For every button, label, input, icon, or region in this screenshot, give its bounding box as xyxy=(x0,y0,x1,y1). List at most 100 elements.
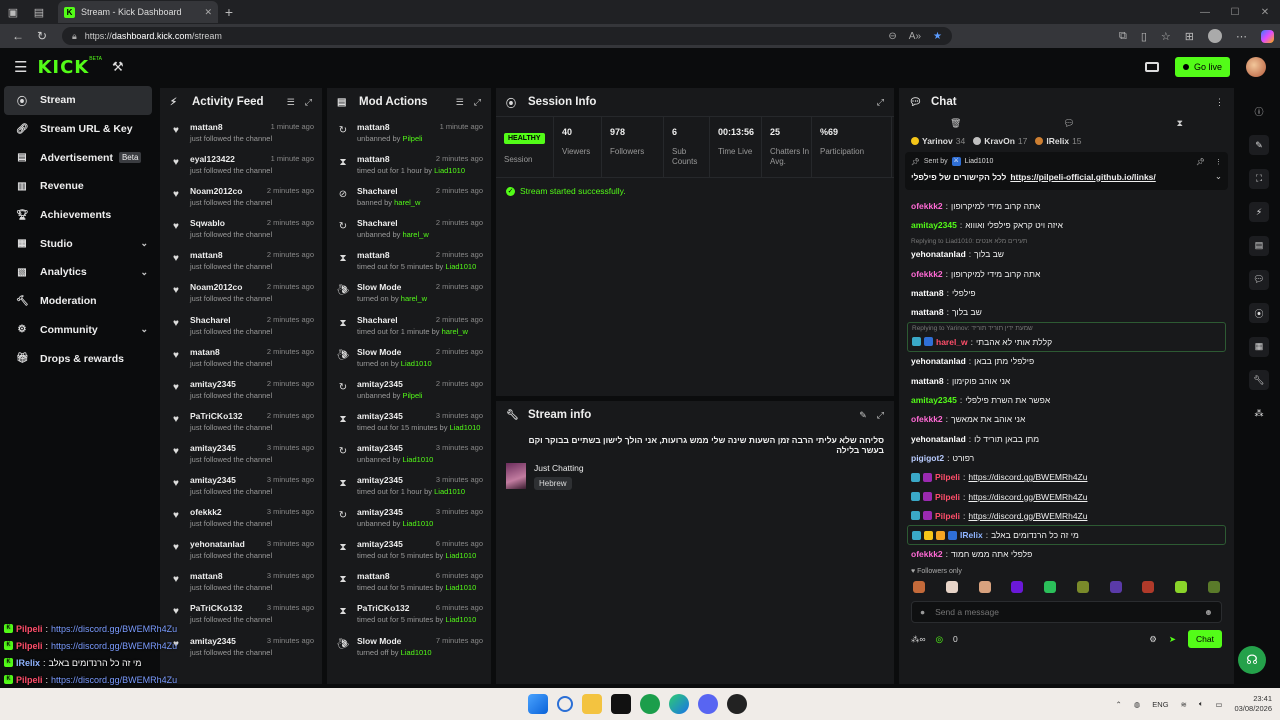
activity-username[interactable]: amitay2345 xyxy=(190,443,236,453)
mod-action-target[interactable]: Slow Mode xyxy=(357,282,401,292)
chat-input-box[interactable]: ● ☻ xyxy=(911,601,1222,624)
chat-username[interactable]: Pilpeli xyxy=(935,492,960,502)
mod-action-moderator[interactable]: Liad1010 xyxy=(434,166,465,175)
chat-username[interactable]: mattan8 xyxy=(911,376,944,386)
hammer-icon[interactable]: ⚒ xyxy=(112,59,124,75)
maximize-icon[interactable]: ☐ xyxy=(1220,7,1250,18)
chat-username[interactable]: yehonatanlad xyxy=(911,249,966,259)
sidebar-item-stream[interactable]: ⦿ Stream xyxy=(4,86,152,115)
emote-icon[interactable] xyxy=(1207,581,1220,594)
workspaces-icon[interactable]: ▣ xyxy=(0,0,26,24)
search-icon[interactable] xyxy=(557,696,573,712)
chat-send-button[interactable]: Chat xyxy=(1188,630,1222,649)
chat-bubble-icon[interactable]: 💬︎ xyxy=(1249,269,1269,290)
chat-username[interactable]: ofekkk2 xyxy=(911,201,943,211)
mod-action-target[interactable]: amitay2345 xyxy=(357,411,403,421)
url-field[interactable]: 🔒︎ https://dashboard.kick.com/stream ⊖ A… xyxy=(62,27,952,45)
mod-action-target[interactable]: amitay2345 xyxy=(357,475,403,485)
popout-icon[interactable]: ⤢ xyxy=(877,410,884,421)
network-icon[interactable]: ◍ xyxy=(1134,700,1141,709)
sidebar-item-community[interactable]: ⚙ Community ⌄ xyxy=(4,316,152,345)
emote-icon[interactable] xyxy=(945,581,958,594)
emote-icon[interactable] xyxy=(1076,581,1089,594)
chat-link[interactable]: https://discord.gg/BWEMRh4Zu xyxy=(968,492,1087,502)
chat-username[interactable]: ofekkk2 xyxy=(911,414,943,424)
mod-action-moderator[interactable]: Liad1010 xyxy=(402,455,433,464)
mod-action-moderator[interactable]: Liad1010 xyxy=(402,519,433,528)
chat-username[interactable]: IRelix xyxy=(960,530,983,540)
help-fab-button[interactable]: ☊ xyxy=(1238,646,1266,674)
sidebar-item-achievements[interactable]: 🏆︎ Achievements xyxy=(4,201,152,230)
mod-action-moderator[interactable]: harel_w xyxy=(401,294,427,303)
mod-action-target[interactable]: amitay2345 xyxy=(357,443,403,453)
kick-logo[interactable]: KICK xyxy=(37,57,89,78)
broadcast-icon[interactable]: ⦿ xyxy=(1249,303,1269,324)
chevron-down-icon[interactable]: ⌄ xyxy=(140,267,148,278)
top-gifter[interactable]: Yarinov 34 xyxy=(911,136,965,146)
send-arrow-icon[interactable]: ➤ xyxy=(1169,634,1176,645)
mod-action-target[interactable]: Slow Mode xyxy=(357,636,401,646)
chat-username[interactable]: yehonatanlad xyxy=(911,434,966,444)
sidebar-item-stream-url-key[interactable]: 🔗︎ Stream URL & Key xyxy=(4,115,152,144)
chat-username[interactable]: ofekkk2 xyxy=(911,269,943,279)
split-screen-icon[interactable]: ▯ xyxy=(1141,30,1147,43)
filter-icon[interactable]: ☰ xyxy=(287,97,295,108)
emote-icon[interactable] xyxy=(978,581,991,594)
activity-username[interactable]: PaTriCKo132 xyxy=(190,603,242,613)
info-icon[interactable]: ⓘ xyxy=(1249,102,1269,122)
chat-username[interactable]: Pilpeli xyxy=(935,472,960,482)
popout-icon[interactable]: ⤢ xyxy=(305,97,312,108)
xbox-icon[interactable] xyxy=(640,694,660,714)
mod-action-moderator[interactable]: Liad1010 xyxy=(434,487,465,496)
filter-icon[interactable]: ☰ xyxy=(456,97,464,108)
sidebar-item-analytics[interactable]: ▧ Analytics ⌄ xyxy=(4,258,152,287)
chat-username[interactable]: mattan8 xyxy=(911,288,944,298)
go-live-button[interactable]: Go live xyxy=(1174,57,1230,77)
emote-icon[interactable] xyxy=(1011,581,1024,594)
file-explorer-icon[interactable] xyxy=(582,694,602,714)
mod-action-moderator[interactable]: harel_w xyxy=(442,327,468,336)
mod-action-target[interactable]: Shacharel xyxy=(357,218,398,228)
mod-action-moderator[interactable]: Liad1010 xyxy=(401,648,432,657)
mod-action-moderator[interactable]: Liad1010 xyxy=(445,262,476,271)
mod-action-target[interactable]: mattan8 xyxy=(357,250,390,260)
pencil-icon[interactable]: ✎ xyxy=(1249,135,1269,156)
profile-avatar[interactable] xyxy=(1208,29,1222,43)
expand-chevron-icon[interactable]: ⌄ xyxy=(1215,171,1222,182)
chat-link[interactable]: https://discord.gg/BWEMRh4Zu xyxy=(968,472,1087,482)
sidebar-item-drops-rewards[interactable]: 🎁︎ Drops & rewards xyxy=(4,344,152,373)
activity-username[interactable]: mattan8 xyxy=(190,122,223,132)
copilot-icon[interactable] xyxy=(1261,29,1274,43)
bolt-icon[interactable]: ⚡︎ xyxy=(1249,202,1269,223)
user-avatar[interactable] xyxy=(1246,57,1266,77)
category-thumbnail[interactable] xyxy=(506,463,526,489)
studio-icon[interactable] xyxy=(1144,62,1159,72)
clock[interactable]: 23:41 03/08/2026 xyxy=(1234,694,1272,715)
unpin-icon[interactable]: 📌︎ xyxy=(1196,158,1205,166)
activity-username[interactable]: Shacharel xyxy=(190,315,231,325)
refresh-icon[interactable]: ↻ xyxy=(30,29,54,43)
chevron-down-icon[interactable]: ⌄ xyxy=(140,324,148,335)
chat-username[interactable]: amitay2345 xyxy=(911,220,957,230)
top-gifter[interactable]: IRelix 15 xyxy=(1035,136,1082,146)
close-window-icon[interactable]: ✕ xyxy=(1250,7,1280,18)
emote-icon[interactable] xyxy=(1142,581,1155,594)
lock-icon[interactable]: 🔒︎ xyxy=(72,31,77,42)
popout-icon[interactable]: ⤢ xyxy=(474,97,481,108)
mod-action-moderator[interactable]: Liad1010 xyxy=(445,551,476,560)
activity-username[interactable]: yehonatanlad xyxy=(190,539,245,549)
hourglass-icon[interactable]: ⧗ xyxy=(1177,118,1183,129)
chat-username[interactable]: harel_w xyxy=(936,337,968,347)
activity-username[interactable]: mattan8 xyxy=(190,571,223,581)
chat-username[interactable]: mattan8 xyxy=(911,307,944,317)
hamburger-menu-icon[interactable]: ☰ xyxy=(14,58,27,76)
chat-username[interactable]: amitay2345 xyxy=(911,395,957,405)
new-tab-icon[interactable]: + xyxy=(218,4,240,20)
emote-icon[interactable] xyxy=(1109,581,1122,594)
back-icon[interactable]: ← xyxy=(6,29,30,43)
emote-icon[interactable] xyxy=(1044,581,1057,594)
sidebar-item-studio[interactable]: ▦ Studio ⌄ xyxy=(4,229,152,258)
screenshot-icon[interactable]: ⛶ xyxy=(1249,168,1269,189)
activity-username[interactable]: Sqwablo xyxy=(190,218,225,228)
sidebar-item-revenue[interactable]: ▥ Revenue xyxy=(4,172,152,201)
